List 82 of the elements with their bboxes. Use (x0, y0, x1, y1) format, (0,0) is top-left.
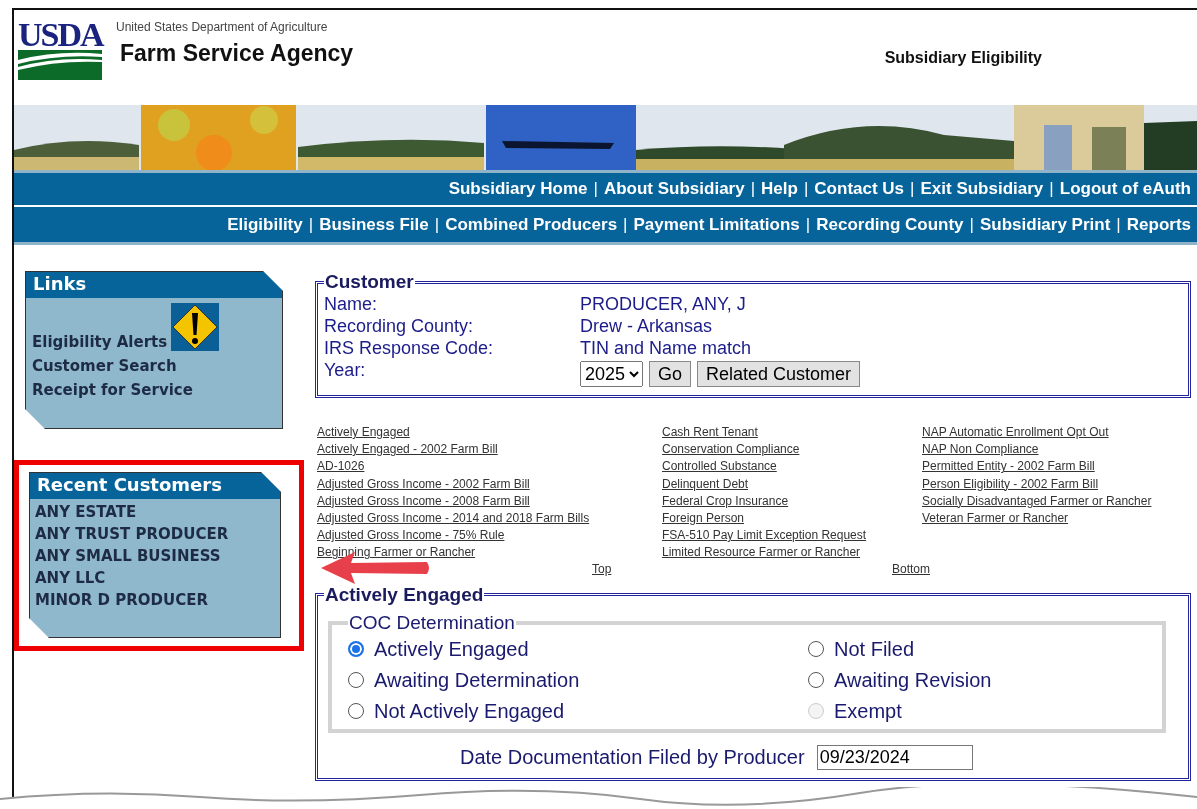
section-link[interactable]: Socially Disadvantaged Farmer or Rancher (922, 492, 1152, 510)
sidebar-link[interactable]: MINOR D PRODUCER (35, 591, 208, 609)
nav-separator: | (593, 179, 598, 199)
field-label: Name: (324, 293, 378, 315)
section-link[interactable]: Beginning Farmer or Rancher (317, 544, 476, 562)
section-link[interactable]: FSA-510 Pay Limit Exception Request (662, 527, 867, 545)
field-label: Date Documentation Filed by Producer (460, 745, 805, 769)
nav-separator: | (623, 214, 628, 235)
nav-link[interactable]: Business File (313, 214, 435, 235)
nav-separator: | (434, 214, 440, 235)
jump-link[interactable]: Bottom (892, 561, 930, 582)
related-customer-button[interactable]: Related Customer (697, 361, 861, 387)
radio-option[interactable]: Not Actively Engaged (348, 699, 565, 723)
section-link[interactable]: Adjusted Gross Income - 2008 Farm Bill (317, 492, 530, 510)
nav-separator: | (910, 179, 915, 199)
field-label: Recording County: (324, 315, 475, 337)
sidebar-link[interactable]: Customer Search (32, 357, 177, 375)
year-dropdown[interactable]: 2025 (580, 361, 643, 387)
usda-logo: USDA (18, 20, 104, 80)
radio-option[interactable]: Actively Engaged (348, 637, 529, 661)
nav-link[interactable]: Logout of eAuth (1053, 179, 1197, 199)
nav-link[interactable]: Reports (1120, 214, 1197, 235)
section-link[interactable]: Actively Engaged - 2002 Farm Bill (317, 441, 498, 459)
nav-link[interactable]: Combined Producers (439, 214, 624, 235)
nav-link[interactable]: Subsidiary Print (973, 214, 1117, 235)
section-link[interactable]: Federal Crop Insurance (662, 492, 789, 510)
nav-link[interactable]: Contact Us (808, 179, 911, 199)
nav-link[interactable]: Eligibility (221, 214, 309, 235)
nav-link[interactable]: Recording County (810, 214, 970, 235)
nav-separator: | (1049, 179, 1054, 199)
nav-link[interactable]: Exit Subsidiary (914, 179, 1050, 199)
nav-separator: | (805, 214, 811, 235)
section-link[interactable]: Adjusted Gross Income - 2014 and 2018 Farm Bills (317, 510, 590, 528)
section-link[interactable]: Adjusted Gross Income - 75% Rule (317, 527, 505, 545)
section-link[interactable]: Veteran Farmer or Rancher (922, 510, 1069, 528)
date-field[interactable]: 09/23/2024 (816, 744, 973, 770)
nav-separator: | (1116, 214, 1121, 235)
department-name: United States Department of Agriculture (116, 20, 329, 34)
section-link[interactable]: Controlled Substance (662, 458, 777, 476)
field-value: PRODUCER, ANY, J (580, 293, 747, 315)
section-link[interactable]: AD-1026 (317, 458, 365, 476)
section-link[interactable]: Permitted Entity - 2002 Farm Bill (922, 458, 1095, 476)
section-link[interactable]: Actively Engaged (317, 424, 410, 442)
section-link[interactable]: Adjusted Gross Income - 2002 Farm Bill (317, 475, 530, 493)
sidebar-link[interactable]: ANY ESTATE (35, 503, 137, 521)
radio-option[interactable]: Awaiting Determination (348, 668, 580, 692)
sidebar-link[interactable]: Eligibility Alerts (32, 333, 168, 351)
panel-title: Recent Customers (30, 473, 280, 499)
go-button[interactable]: Go (649, 361, 691, 387)
section-link[interactable]: Foreign Person (662, 510, 745, 528)
sidebar-link[interactable]: Receipt for Service (32, 381, 193, 399)
section-title: Customer (324, 271, 415, 293)
section-title: Actively Engaged (324, 583, 485, 606)
nav-separator: | (750, 179, 756, 199)
nav-link[interactable]: Payment Limitations (627, 214, 806, 235)
section-link[interactable]: Delinquent Debt (662, 475, 749, 493)
field-value: TIN and Name match (580, 337, 753, 359)
section-link[interactable]: Conservation Compliance (662, 441, 800, 459)
nav-separator: | (308, 214, 314, 235)
nav-link[interactable]: Help (755, 179, 804, 199)
field-label: Year: (324, 359, 367, 382)
section-link[interactable]: Person Eligibility - 2002 Farm Bill (922, 475, 1099, 493)
field-value: Drew - Arkansas (580, 315, 714, 337)
agency-name: Farm Service Agency (119, 40, 354, 67)
nav-separator: | (969, 214, 974, 235)
radio-option[interactable]: Awaiting Revision (808, 668, 992, 692)
field-label: IRS Response Code: (324, 337, 495, 359)
section-link[interactable]: NAP Automatic Enrollment Opt Out (922, 424, 1109, 442)
app-title: Subsidiary Eligibility (884, 49, 1042, 67)
radio-option[interactable]: Not Filed (808, 637, 915, 661)
group-title: COC Determination (348, 611, 516, 634)
nav-separator: | (803, 179, 809, 199)
nav-link[interactable]: Subsidiary Home (442, 179, 594, 199)
section-link[interactable]: Cash Rent Tenant (662, 424, 758, 442)
sidebar-link[interactable]: ANY TRUST PRODUCER (35, 525, 229, 543)
section-link[interactable]: NAP Non Compliance (922, 441, 1039, 459)
sidebar-link[interactable]: ANY SMALL BUSINESS (35, 547, 221, 565)
section-link[interactable]: Limited Resource Farmer or Rancher (662, 544, 861, 562)
jump-link[interactable]: Top (592, 561, 612, 582)
panel-title: Links (26, 272, 282, 298)
sidebar-link[interactable]: ANY LLC (35, 569, 106, 587)
nav-link[interactable]: About Subsidiary (597, 179, 751, 199)
